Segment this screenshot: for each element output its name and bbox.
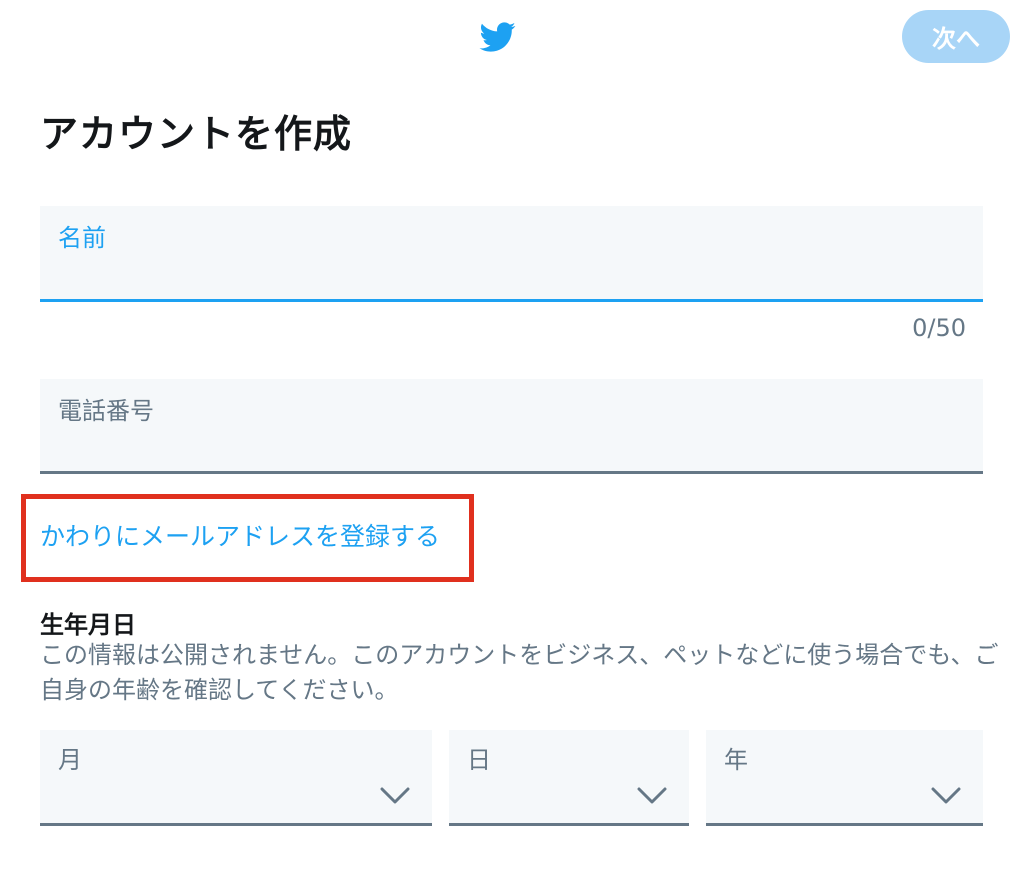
phone-input[interactable] <box>58 427 962 463</box>
day-select-label: 日 <box>467 746 491 774</box>
chevron-down-icon <box>637 787 667 804</box>
chevron-down-icon <box>931 787 961 804</box>
name-field[interactable]: 名前 <box>40 206 983 302</box>
next-button[interactable]: 次へ <box>902 10 1010 63</box>
year-select-label: 年 <box>724 746 748 774</box>
year-select[interactable]: 年 <box>706 730 983 826</box>
phone-field[interactable]: 電話番号 <box>40 379 983 474</box>
name-input[interactable] <box>58 255 962 291</box>
name-character-counter: 0/50 <box>912 314 966 342</box>
month-select[interactable]: 月 <box>40 730 432 826</box>
page-title: アカウントを作成 <box>40 112 353 156</box>
birthdate-description: この情報は公開されません。このアカウントをビジネス、ペットなどに使う場合でも、ご… <box>40 641 999 704</box>
month-select-label: 月 <box>58 746 82 774</box>
day-select[interactable]: 日 <box>449 730 689 826</box>
chevron-down-icon <box>380 787 410 804</box>
phone-field-label: 電話番号 <box>58 397 154 425</box>
birthdate-heading: 生年月日 <box>40 611 136 639</box>
name-field-label: 名前 <box>58 224 106 252</box>
twitter-bird-icon <box>479 22 516 52</box>
use-email-instead-link[interactable]: かわりにメールアドレスを登録する <box>40 517 440 553</box>
